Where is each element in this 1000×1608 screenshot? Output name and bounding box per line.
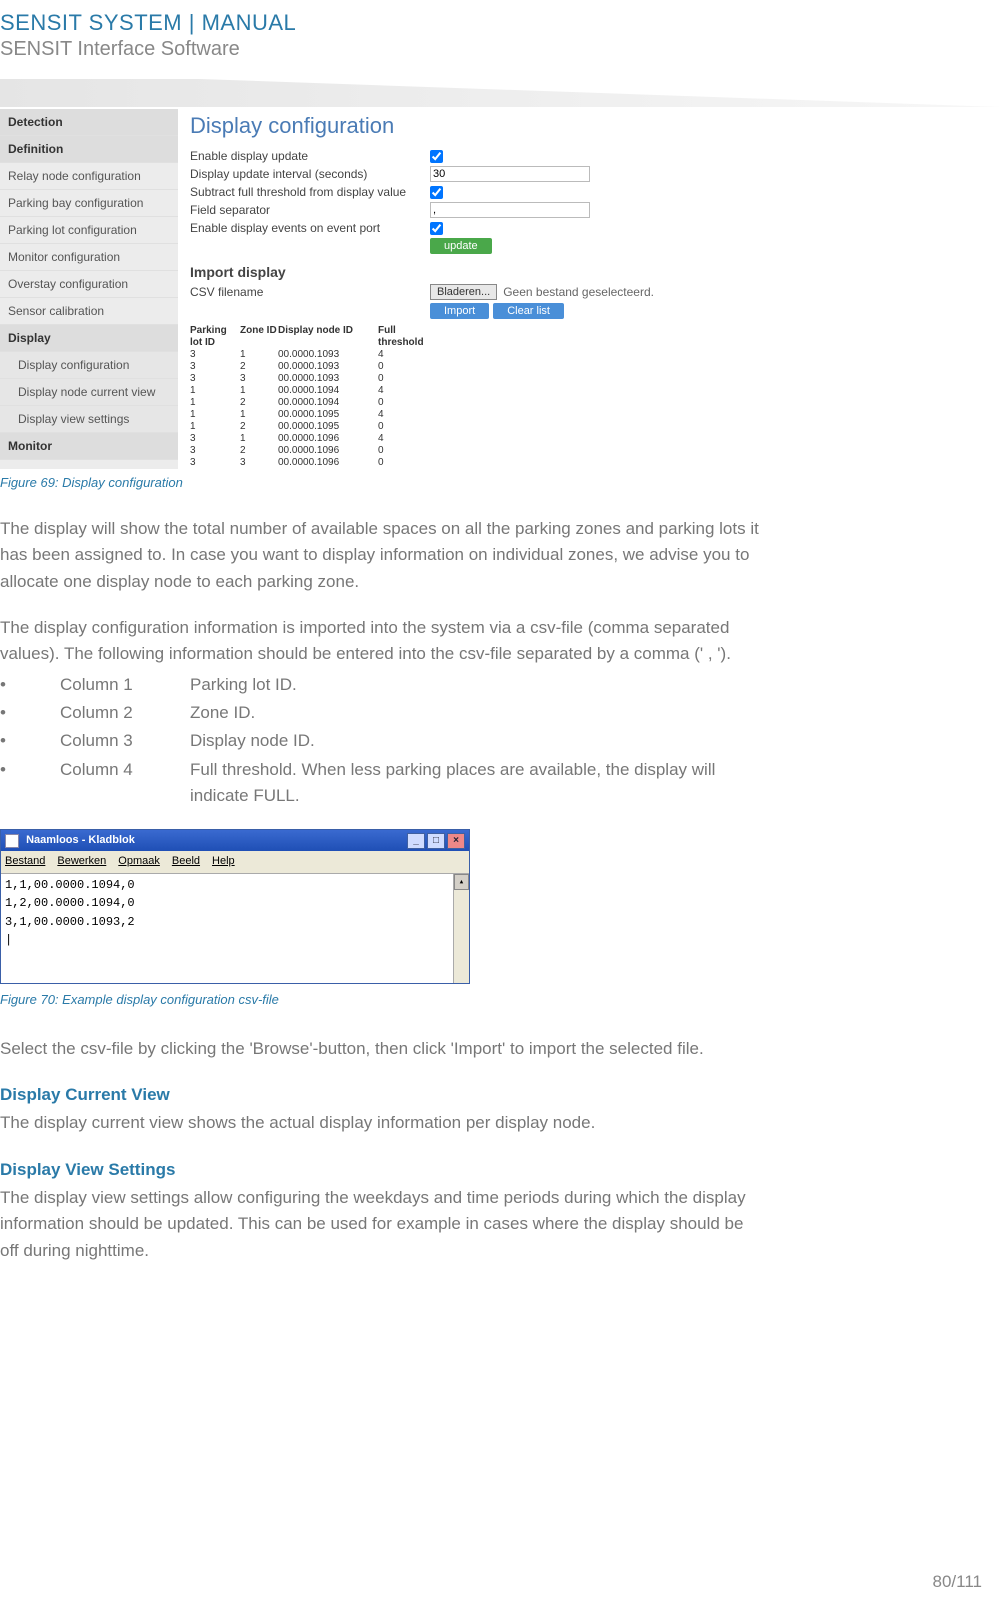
checkbox-subtract[interactable] (430, 186, 443, 199)
import-button[interactable]: Import (430, 303, 489, 319)
config-panel: Display configuration Enable display upd… (178, 109, 1000, 469)
table-header: Full threshold (378, 325, 438, 349)
menu-item[interactable]: Bestand (5, 855, 45, 867)
menu-item[interactable]: Beeld (172, 855, 200, 867)
sidebar-item[interactable]: Sensor calibration (0, 298, 178, 325)
table-row: 3200.0000.10930 (190, 361, 1000, 373)
list-item: •Column 2Zone ID. (0, 700, 760, 726)
doc-subtitle: SENSIT Interface Software (0, 38, 1000, 61)
sidebar-item[interactable]: Display node current view (0, 379, 178, 406)
menu-item[interactable]: Opmaak (118, 855, 160, 867)
label-separator: Field separator (190, 203, 430, 217)
figure-69-caption: Figure 69: Display configuration (0, 475, 1000, 490)
paragraph-5: The display view settings allow configur… (0, 1185, 760, 1264)
sidebar-item[interactable]: Parking lot configuration (0, 217, 178, 244)
notepad-content[interactable]: 1,1,00.0000.1094,0 1,2,00.0000.1094,0 3,… (1, 873, 469, 983)
sidebar-item[interactable]: Definition (0, 136, 178, 163)
label-csv: CSV filename (190, 285, 430, 299)
notepad-icon (5, 834, 19, 848)
list-item: •Column 1Parking lot ID. (0, 672, 760, 698)
table-row: 3100.0000.10934 (190, 349, 1000, 361)
input-interval[interactable] (430, 166, 590, 182)
paragraph-2: The display configuration information is… (0, 615, 760, 668)
notepad-title: Naamloos - Kladblok (5, 832, 135, 849)
page-number: 80/111 (933, 1572, 982, 1592)
table-row: 3100.0000.10964 (190, 433, 1000, 445)
sidebar-item[interactable]: Monitor configuration (0, 244, 178, 271)
sidebar-item[interactable]: Display configuration (0, 352, 178, 379)
table-row: 3200.0000.10960 (190, 445, 1000, 457)
sidebar-item[interactable]: Monitor (0, 433, 178, 460)
menu-item[interactable]: Bewerken (57, 855, 106, 867)
label-subtract: Subtract full threshold from display val… (190, 185, 430, 199)
list-item: •Column 3Display node ID. (0, 728, 760, 754)
paragraph-1: The display will show the total number o… (0, 516, 760, 595)
table-row: 3300.0000.10960 (190, 457, 1000, 469)
browse-button[interactable]: Bladeren... (430, 284, 497, 300)
clear-button[interactable]: Clear list (493, 303, 564, 319)
sidebar-item[interactable]: Display (0, 325, 178, 352)
figure-70-caption: Figure 70: Example display configuration… (0, 990, 760, 1010)
update-button[interactable]: update (430, 238, 492, 254)
panel-title: Display configuration (190, 113, 1000, 139)
notepad-window: Naamloos - Kladblok _ □ × Bestand Bewerke… (0, 829, 470, 983)
table-header: Parking lot ID (190, 325, 240, 349)
label-events: Enable display events on event port (190, 221, 430, 235)
table-row: 3300.0000.10930 (190, 373, 1000, 385)
table-row: 1100.0000.10954 (190, 409, 1000, 421)
paragraph-3: Select the csv-file by clicking the 'Bro… (0, 1036, 760, 1062)
checkbox-enable-update[interactable] (430, 150, 443, 163)
sidebar-item[interactable]: Relay node configuration (0, 163, 178, 190)
config-table: Parking lot IDZone IDDisplay node IDFull… (190, 325, 1000, 469)
table-header: Zone ID (240, 325, 278, 349)
maximize-button[interactable]: □ (427, 833, 445, 849)
label-enable-update: Enable display update (190, 149, 430, 163)
paragraph-4: The display current view shows the actua… (0, 1110, 760, 1136)
input-separator[interactable] (430, 202, 590, 218)
notepad-menubar[interactable]: Bestand Bewerken Opmaak Beeld Help (1, 851, 469, 872)
minimize-button[interactable]: _ (407, 833, 425, 849)
no-file-text: Geen bestand geselecteerd. (503, 285, 654, 299)
figure-69: DetectionDefinitionRelay node configurat… (0, 109, 1000, 469)
close-button[interactable]: × (447, 833, 465, 849)
table-row: 1200.0000.10950 (190, 421, 1000, 433)
sidebar-item[interactable]: Parking bay configuration (0, 190, 178, 217)
section-view-settings: Display View Settings (0, 1157, 760, 1183)
column-list: •Column 1Parking lot ID.•Column 2Zone ID… (0, 672, 760, 810)
sidebar: DetectionDefinitionRelay node configurat… (0, 109, 178, 469)
table-row: 1200.0000.10940 (190, 397, 1000, 409)
label-interval: Display update interval (seconds) (190, 167, 430, 181)
list-item: •Column 4Full threshold. When less parki… (0, 757, 760, 810)
import-title: Import display (190, 264, 1000, 280)
section-current-view: Display Current View (0, 1082, 760, 1108)
menu-item[interactable]: Help (212, 855, 235, 867)
header-wedge (0, 79, 1000, 107)
checkbox-events[interactable] (430, 222, 443, 235)
scroll-up-icon[interactable]: ▴ (454, 874, 469, 890)
sidebar-item[interactable]: Detection (0, 109, 178, 136)
sidebar-item[interactable]: Overstay configuration (0, 271, 178, 298)
sidebar-item[interactable]: Display view settings (0, 406, 178, 433)
doc-title: SENSIT SYSTEM | MANUAL (0, 10, 1000, 36)
scrollbar[interactable]: ▴ (453, 874, 469, 983)
table-header: Display node ID (278, 325, 378, 349)
table-row: 1100.0000.10944 (190, 385, 1000, 397)
